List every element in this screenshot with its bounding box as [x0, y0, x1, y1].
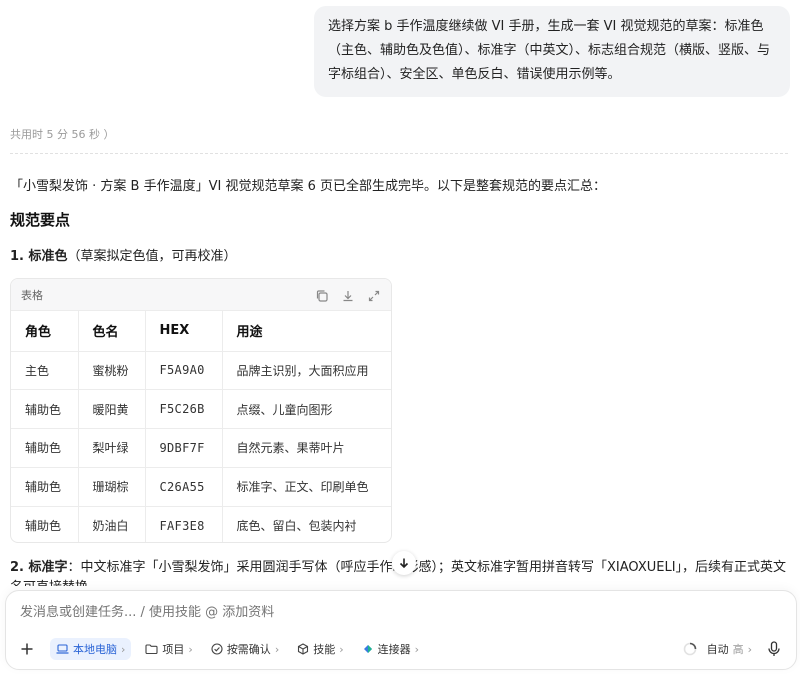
cell-hex: C26A55 — [145, 467, 223, 507]
add-button[interactable] — [16, 638, 38, 660]
chevron-right-icon: › — [414, 642, 420, 656]
mic-button[interactable] — [762, 637, 786, 661]
arrow-down-icon — [399, 558, 409, 569]
cell-role: 辅助色 — [11, 506, 79, 542]
cell-name: 珊瑚棕 — [78, 467, 146, 507]
table-row: 主色 蜜桃粉 F5A9A0 品牌主识别，大面积应用 — [11, 351, 391, 391]
user-message-text: 选择方案 b 手作温度继续做 VI 手册，生成一套 VI 视觉规范的草案：标准色… — [328, 19, 771, 82]
chevron-right-icon: › — [188, 642, 193, 656]
cell-role: 主色 — [11, 351, 79, 391]
cell-name: 暖阳黄 — [78, 389, 146, 430]
chip-label: 连接器 — [377, 643, 411, 656]
cell-usage: 底色、留白、包装内衬 — [236, 519, 357, 534]
folder-icon — [145, 644, 158, 655]
cube-icon — [298, 643, 309, 655]
check-circle-icon — [211, 643, 223, 655]
cell-usage: 自然元素、果蒂叶片 — [222, 428, 391, 468]
cell-hex: F5A9A0 — [145, 351, 223, 391]
header-hex: HEX — [145, 311, 223, 352]
table-header-bar: 表格 — [11, 279, 391, 311]
table-row: 辅助色 暖阳黄 F5C26B 点缀、儿童向图形 — [11, 389, 391, 430]
table-tools — [315, 288, 381, 302]
reply-intro: 「小雪梨发饰 · 方案 B 手作温度」VI 视觉规范草案 6 页已全部生成完毕。… — [10, 179, 606, 194]
cell-role: 辅助色 — [11, 467, 79, 507]
plus-icon — [21, 643, 33, 655]
cell-usage: 标准字、正文、印刷单色 — [222, 467, 391, 507]
auto-sub-label: 高 — [732, 643, 744, 656]
chevron-right-icon: › — [339, 642, 344, 656]
table-label: 表格 — [21, 288, 43, 302]
chevron-right-icon: › — [121, 642, 126, 656]
auto-label: 自动 — [706, 643, 729, 656]
chip-label: 按需确认 — [226, 643, 271, 656]
chip-label: 本地电脑 — [73, 643, 117, 656]
connector-icon — [363, 645, 372, 653]
cell-hex: FAF3E8 — [145, 506, 223, 542]
color-table: 角色 色名 HEX 用途 主色 蜜桃粉 F5A9A0 品牌主识别，大面积应用 辅… — [11, 311, 391, 542]
scroll-to-bottom-button[interactable] — [392, 551, 416, 575]
cell-hex: F5C26B — [145, 389, 223, 430]
color-heading-bold: 1. 标准色 — [10, 249, 68, 264]
message-input[interactable] — [20, 605, 720, 620]
table-row: 辅助色 梨叶绿 9DBF7F 自然元素、果蒂叶片 — [11, 428, 391, 468]
table-row: 辅助色 奶油白 FAF3E8 底色、留白、包装内衬 — [11, 506, 391, 542]
connector-chip[interactable]: 连接器 › — [362, 638, 419, 660]
user-message-bubble: 选择方案 b 手作温度继续做 VI 手册，生成一套 VI 视觉规范的草案：标准色… — [314, 6, 790, 97]
composer: 本地电脑 › 项目 › 按需确认 › 技能 › 连接器 › 自动 — [5, 590, 797, 670]
color-heading: 1. 标准色（草案拟定色值，可再校准） — [10, 245, 237, 264]
header-usage: 用途 — [222, 311, 391, 352]
color-table-card: 表格 角色 色名 HEX 用途 主色 蜜桃粉 F5A9A0 品牌主识别，大面积应… — [10, 278, 392, 543]
auto-mode-select[interactable]: 自动 高 › — [707, 641, 752, 657]
composer-right-controls: 自动 高 › — [683, 637, 786, 661]
cell-usage: 点缀、儿童向图形 — [222, 389, 391, 430]
cell-hex: 9DBF7F — [145, 428, 223, 468]
chip-label: 项目 — [162, 643, 185, 656]
cell-role: 辅助色 — [11, 428, 79, 468]
cell-name: 蜜桃粉 — [78, 351, 146, 391]
microphone-icon — [768, 641, 780, 656]
header-name: 色名 — [78, 311, 146, 352]
font-heading-bold: 2. 标准字 — [10, 560, 68, 575]
header-role: 角色 — [11, 311, 79, 352]
confirm-chip[interactable]: 按需确认 › — [211, 638, 279, 660]
cell-role: 辅助色 — [11, 389, 79, 430]
chevron-right-icon: › — [747, 642, 752, 656]
skills-chip[interactable]: 技能 › — [297, 638, 344, 660]
laptop-icon — [56, 644, 69, 654]
chevron-right-icon: › — [274, 642, 280, 656]
section-title: 规范要点 — [10, 211, 71, 229]
table-header-row: 角色 色名 HEX 用途 — [11, 311, 391, 352]
elapsed-time[interactable]: 共用时 5 分 56 秒 ） — [10, 126, 114, 142]
color-heading-note: （草案拟定色值，可再校准） — [67, 249, 237, 264]
local-computer-chip[interactable]: 本地电脑 › — [50, 638, 132, 660]
composer-toolbar: 本地电脑 › 项目 › 按需确认 › 技能 › 连接器 › 自动 高 › — [16, 637, 786, 661]
cell-usage: 品牌主识别，大面积应用 — [222, 351, 391, 391]
table-row: 辅助色 珊瑚棕 C26A55 标准字、正文、印刷单色 — [11, 467, 391, 507]
loading-spinner-icon — [683, 642, 696, 656]
divider — [10, 153, 788, 154]
copy-icon[interactable] — [315, 288, 329, 302]
project-chip[interactable]: 项目 › — [145, 638, 193, 660]
expand-icon[interactable] — [367, 288, 381, 302]
cell-name: 梨叶绿 — [78, 428, 146, 468]
cell-name: 奶油白 — [78, 506, 146, 542]
download-icon[interactable] — [341, 288, 355, 302]
chip-label: 技能 — [313, 643, 336, 656]
